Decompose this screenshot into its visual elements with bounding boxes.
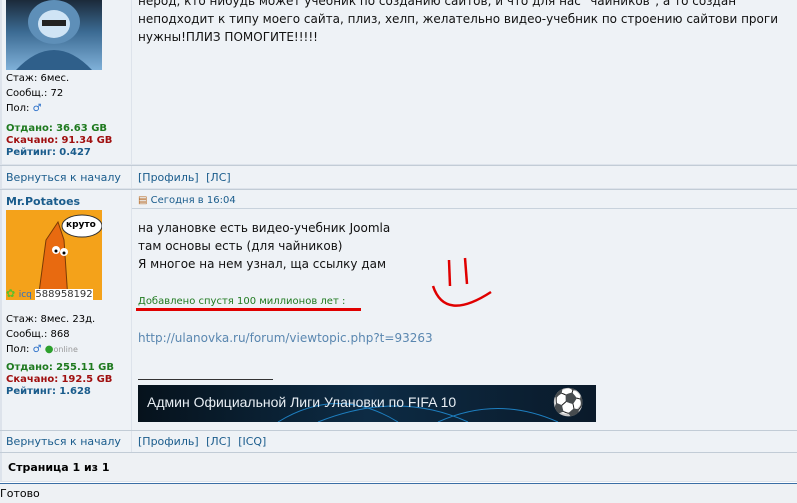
post2-back-cell: Вернуться к началу	[2, 431, 131, 452]
post1-line2: неподходит к типу моего сайта, плиз, хел…	[138, 12, 778, 26]
post2-line3: Я многое на нем узнал, ща ссылку дам	[138, 257, 387, 271]
author-tenure: Стаж: 8мес. 23д.	[6, 314, 96, 325]
rating-row: Рейтинг: 1.628	[6, 386, 114, 398]
post2-message: на улановке есть видео-учебник Joomla та…	[138, 219, 390, 273]
author-post-count: Сообщ.: 72	[6, 88, 64, 99]
signature-banner: Админ Официальной Лиги Улановки по FIFA …	[138, 385, 596, 422]
uploaded-value: 36.63 GB	[56, 123, 108, 134]
rating-label: Рейтинг:	[6, 386, 57, 397]
profile-link[interactable]: [Профиль]	[138, 435, 199, 448]
post-icon: ▤	[138, 195, 148, 206]
icq-label: icq	[18, 290, 32, 300]
pagination: Страница 1 из 1	[2, 453, 797, 481]
male-icon: ♂	[32, 103, 42, 114]
post1-line3: нужны!ПЛИЗ ПОМОГИТЕ!!!!!	[138, 30, 318, 44]
downloaded-value: 91.34 GB	[61, 135, 113, 146]
uploaded-value: 255.11 GB	[56, 362, 114, 373]
post1-message: нерод, кто нибудь может учебник по созда…	[138, 0, 778, 46]
red-underline	[136, 308, 361, 311]
icq-link[interactable]: [ICQ]	[238, 435, 266, 448]
signature-divider	[138, 379, 273, 380]
online-label: online	[53, 345, 78, 354]
pm-link[interactable]: [ЛС]	[206, 171, 231, 184]
downloaded-label: Скачано:	[6, 374, 59, 385]
post2-actions: [Профиль] [ЛС] [ICQ]	[132, 431, 797, 452]
author-tenure: Стаж: 6мес.	[6, 73, 70, 84]
downloaded-row: Скачано: 91.34 GB	[6, 135, 112, 147]
icq-flower-icon: ✿	[6, 287, 16, 300]
avatar	[6, 0, 102, 70]
rating-value: 1.628	[59, 386, 91, 397]
gender-label: Пол:	[6, 103, 30, 114]
soccer-ball-icon: ⚽	[552, 388, 585, 418]
uploaded-row: Отдано: 36.63 GB	[6, 123, 112, 135]
post1-body: нерод, кто нибудь может учебник по созда…	[132, 0, 797, 164]
avatar-image	[16, 0, 92, 70]
post1-author-panel: Стаж: 6мес. Сообщ.: 72 Пол: ♂ Отдано: 36…	[2, 0, 131, 164]
icq-number: 588958192	[35, 289, 93, 300]
author-gender-row: Пол: ♂	[6, 103, 112, 115]
post1-back-cell: Вернуться к началу	[2, 166, 131, 188]
author-gender-row: Пол: ♂ ●online	[6, 344, 114, 356]
status-text: Готово	[0, 487, 40, 500]
gender-label: Пол:	[6, 344, 30, 355]
post2-line1: на улановке есть видео-учебник Joomla	[138, 221, 391, 235]
forum-topic-table: Стаж: 6мес. Сообщ.: 72 Пол: ♂ Отдано: 36…	[0, 0, 797, 482]
uploaded-label: Отдано:	[6, 123, 53, 134]
post1-actions: [Профиль] [ЛС]	[132, 166, 797, 188]
page-indicator: Страница 1 из 1	[8, 461, 110, 474]
downloaded-value: 192.5 GB	[61, 374, 113, 385]
author-name[interactable]: Mr.Potatoes	[6, 195, 80, 208]
rating-row: Рейтинг: 0.427	[6, 147, 112, 159]
post2-line2: там основы есть (для чайников)	[138, 239, 343, 253]
back-to-top-link[interactable]: Вернуться к началу	[6, 435, 121, 448]
profile-link[interactable]: [Профиль]	[138, 171, 199, 184]
header-divider	[132, 208, 797, 209]
smiley-drawing	[431, 257, 492, 307]
avatar-bubble-text: круто	[66, 220, 96, 230]
avatar: круто ✿ icq 588958192	[6, 210, 102, 300]
uploaded-label: Отдано:	[6, 362, 53, 373]
browser-status-bar: Готово	[0, 483, 797, 503]
author-post-count: Сообщ.: 868	[6, 329, 70, 340]
post-header: ▤ Сегодня в 16:04	[138, 195, 236, 206]
post-date: Сегодня в 16:04	[150, 195, 236, 206]
rating-label: Рейтинг:	[6, 147, 57, 158]
post2-author-panel: Mr.Potatoes круто ✿ icq 588958192 Стаж: …	[2, 190, 131, 430]
downloaded-row: Скачано: 192.5 GB	[6, 374, 114, 386]
rating-value: 0.427	[59, 147, 91, 158]
uploaded-row: Отдано: 255.11 GB	[6, 362, 114, 374]
thread-url-link[interactable]: http://ulanovka.ru/forum/viewtopic.php?t…	[138, 331, 433, 345]
back-to-top-link[interactable]: Вернуться к началу	[6, 171, 121, 184]
downloaded-label: Скачано:	[6, 135, 59, 146]
icq-strip: ✿ icq 588958192	[6, 287, 102, 300]
post2-body: ▤ Сегодня в 16:04 на улановке есть видео…	[132, 190, 797, 430]
pm-link[interactable]: [ЛС]	[206, 435, 231, 448]
male-icon: ♂	[32, 344, 42, 355]
edit-note: Добавлено спустя 100 миллионов лет :	[138, 296, 346, 307]
post1-line1: нерод, кто нибудь может учебник по созда…	[138, 0, 737, 8]
banner-text: Админ Официальной Лиги Улановки по FIFA …	[147, 394, 457, 410]
